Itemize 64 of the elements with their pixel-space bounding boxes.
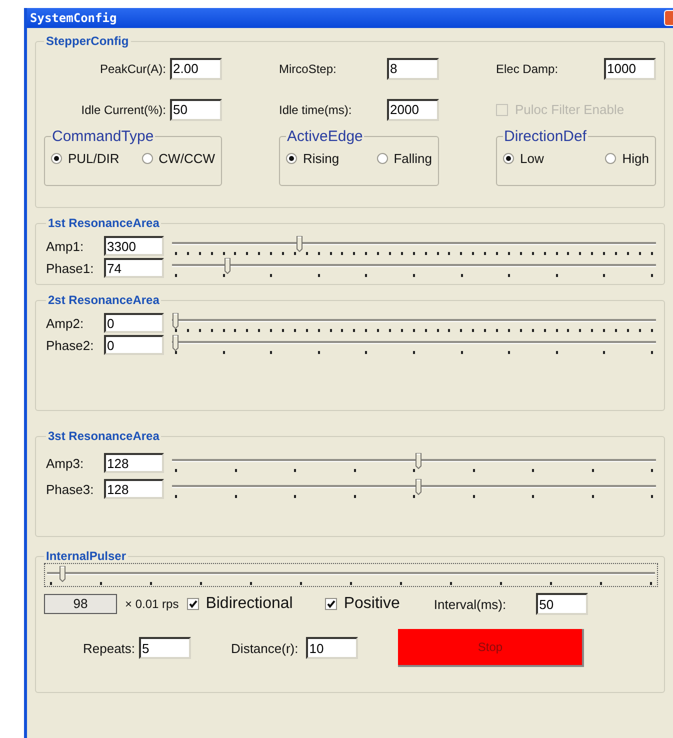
field-label: Amp3:: [46, 455, 85, 471]
text-field[interactable]: 5: [139, 637, 192, 659]
field-label: PeakCur(A):: [100, 62, 166, 76]
group-title: CommandType: [51, 128, 155, 145]
slider-thumb[interactable]: [414, 453, 423, 469]
group-title: ActiveEdge: [286, 128, 364, 145]
group-title: DirectionDef: [503, 128, 588, 145]
radio-label: High: [622, 151, 649, 166]
field-label: MircoStep:: [279, 62, 336, 76]
radio-label: CW/CCW: [158, 151, 215, 166]
radio-button[interactable]: [142, 153, 153, 164]
radio-label: Low: [520, 151, 544, 166]
text-field[interactable]: 2.00: [170, 58, 222, 80]
radio-button[interactable]: [51, 153, 62, 164]
field-label: Distance(r):: [231, 640, 298, 656]
text-field[interactable]: 0: [104, 313, 164, 333]
text-field[interactable]: 3300: [104, 236, 164, 256]
group-title: 3st ResonanceArea: [47, 429, 160, 443]
close-button[interactable]: [664, 10, 673, 26]
checkbox[interactable]: [186, 598, 199, 610]
field-label: Amp2:: [46, 315, 85, 331]
field-label: Idle Current(%):: [81, 102, 166, 116]
radio-button[interactable]: [605, 153, 616, 164]
text-field[interactable]: 50: [536, 593, 588, 615]
radio-label: Falling: [394, 151, 432, 166]
text-field[interactable]: 128: [104, 479, 164, 499]
field-label: Phase1:: [46, 260, 95, 276]
unit-label: × 0.01 rps: [125, 597, 179, 611]
slider-thumb[interactable]: [414, 479, 423, 495]
text-field[interactable]: 74: [104, 258, 164, 278]
field-label: Interval(ms):: [434, 596, 506, 612]
group-title: InternalPulser: [45, 549, 128, 563]
text-field[interactable]: 2000: [387, 98, 439, 120]
text-field[interactable]: 8: [387, 58, 439, 80]
group-title: StepperConfig: [45, 34, 130, 48]
group-title: 1st ResonanceArea: [47, 216, 160, 230]
slider-thumb[interactable]: [172, 335, 180, 351]
slider[interactable]: [47, 566, 655, 582]
field-label: Amp1:: [46, 238, 85, 254]
field-label: Elec Damp:: [496, 62, 558, 76]
checkbox[interactable]: [324, 598, 337, 610]
text-field[interactable]: 50: [170, 98, 222, 120]
text-field[interactable]: 10: [306, 637, 358, 659]
slider-thumb[interactable]: [59, 566, 67, 582]
slider-thumb[interactable]: [172, 313, 180, 329]
radio-label: PUL/DIR: [68, 151, 120, 166]
field-label: Phase2:: [46, 337, 95, 353]
checkbox-label: Bidirectional: [206, 595, 293, 613]
radio-button[interactable]: [503, 153, 514, 164]
field-label: Phase3:: [46, 481, 95, 497]
speed-display: 98: [44, 594, 117, 614]
text-field[interactable]: 0: [104, 335, 164, 355]
field-label: Repeats:: [83, 640, 136, 656]
text-field[interactable]: 1000: [604, 58, 656, 80]
checkbox-label: Positive: [344, 595, 400, 613]
slider-thumb[interactable]: [296, 236, 304, 252]
slider-thumb[interactable]: [224, 258, 232, 274]
group-title: 2st ResonanceArea: [47, 293, 160, 307]
radio-button[interactable]: [376, 153, 388, 164]
radio-label: Rising: [303, 151, 340, 166]
text-field[interactable]: 128: [104, 453, 164, 473]
window-title: SystemConfig: [29, 11, 117, 25]
field-label: Idle time(ms):: [279, 102, 352, 116]
radio-button[interactable]: [286, 153, 297, 164]
